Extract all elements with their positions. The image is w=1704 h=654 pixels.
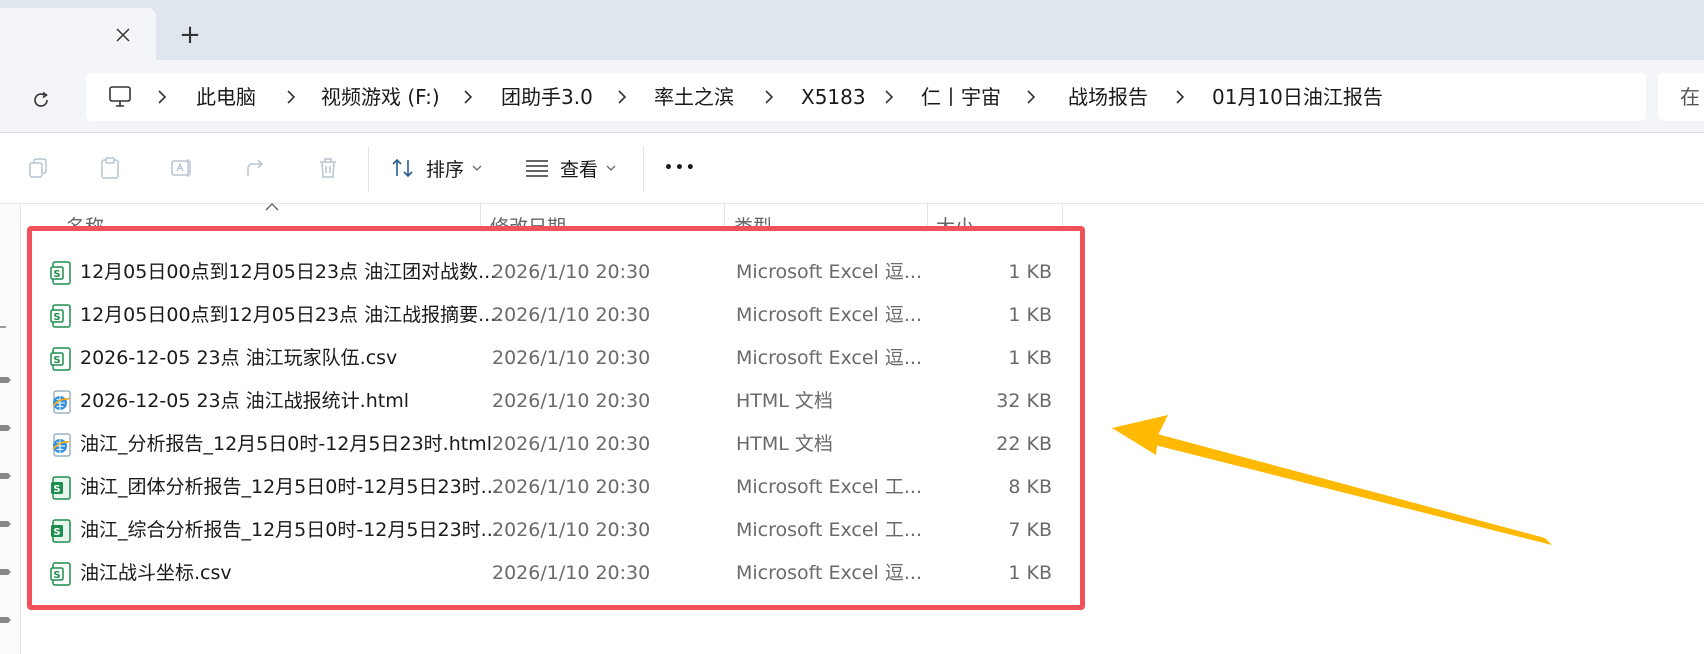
breadcrumb-folder[interactable]: X5183 bbox=[801, 73, 866, 121]
chevron-down-icon bbox=[606, 164, 616, 172]
address-bar[interactable] bbox=[86, 73, 1646, 121]
chevron-right-icon[interactable] bbox=[879, 73, 899, 121]
column-header-size[interactable]: 大小 bbox=[936, 204, 1056, 226]
sort-button[interactable]: 排序 bbox=[390, 148, 482, 188]
close-icon[interactable] bbox=[106, 18, 140, 52]
breadcrumb-current-folder[interactable]: 01月10日油江报告 bbox=[1212, 73, 1383, 121]
breadcrumb-drive-f[interactable]: 视频游戏 (F:) bbox=[321, 73, 440, 121]
refresh-icon[interactable] bbox=[18, 80, 64, 120]
annotation-highlight-box bbox=[27, 226, 1085, 610]
computer-icon[interactable] bbox=[106, 84, 134, 110]
copy-icon[interactable] bbox=[20, 150, 56, 186]
breadcrumb-this-pc[interactable]: 此电脑 bbox=[196, 73, 256, 121]
pin-icon[interactable] bbox=[0, 422, 14, 436]
pin-icon[interactable] bbox=[0, 614, 14, 628]
column-header-type[interactable]: 类型 bbox=[734, 204, 924, 226]
chevron-right-icon[interactable] bbox=[759, 73, 779, 121]
new-tab-button[interactable]: + bbox=[170, 18, 210, 52]
plus-icon: + bbox=[179, 20, 201, 50]
column-separator[interactable] bbox=[1062, 204, 1063, 226]
breadcrumb-folder[interactable]: 团助手3.0 bbox=[501, 73, 593, 121]
share-icon[interactable] bbox=[238, 150, 274, 186]
pin-icon[interactable] bbox=[0, 518, 14, 532]
sort-label: 排序 bbox=[426, 158, 465, 181]
chevron-right-icon[interactable] bbox=[612, 73, 632, 121]
pin-icon[interactable] bbox=[0, 374, 14, 388]
toolbar-separator bbox=[368, 146, 369, 192]
breadcrumb-folder[interactable]: 战场报告 bbox=[1068, 73, 1148, 121]
pane-divider bbox=[20, 204, 21, 654]
chevron-right-icon[interactable] bbox=[458, 73, 478, 121]
chevron-right-icon[interactable] bbox=[281, 73, 301, 121]
column-header-modified[interactable]: 修改日期 bbox=[490, 204, 720, 226]
column-header-name[interactable]: 名称 bbox=[66, 204, 476, 226]
paste-icon[interactable] bbox=[92, 150, 128, 186]
more-options-button[interactable]: ••• bbox=[664, 148, 697, 188]
chevron-down-icon bbox=[472, 164, 482, 172]
annotation-arrow bbox=[1112, 415, 1552, 545]
breadcrumb-folder[interactable]: 仁丨宇宙 bbox=[921, 73, 1001, 121]
delete-icon[interactable] bbox=[310, 150, 346, 186]
chevron-right-icon[interactable] bbox=[1170, 73, 1190, 121]
toolbar-separator bbox=[643, 146, 644, 192]
column-separator[interactable] bbox=[480, 204, 481, 226]
view-label: 查看 bbox=[560, 158, 599, 181]
chevron-right-icon[interactable] bbox=[1021, 73, 1041, 121]
pin-icon[interactable] bbox=[0, 566, 14, 580]
pin-icon[interactable] bbox=[0, 470, 14, 484]
column-separator[interactable] bbox=[927, 204, 928, 226]
column-separator[interactable] bbox=[724, 204, 725, 226]
chevron-right-icon[interactable] bbox=[152, 73, 172, 121]
title-bar bbox=[0, 0, 1704, 60]
search-placeholder: 在 bbox=[1680, 85, 1700, 109]
collapse-mark bbox=[0, 326, 6, 328]
breadcrumb-folder[interactable]: 率土之滨 bbox=[654, 73, 734, 121]
view-button[interactable]: 查看 bbox=[524, 148, 616, 188]
rename-icon[interactable] bbox=[164, 150, 200, 186]
sort-icon bbox=[390, 156, 416, 180]
view-icon bbox=[524, 157, 550, 179]
